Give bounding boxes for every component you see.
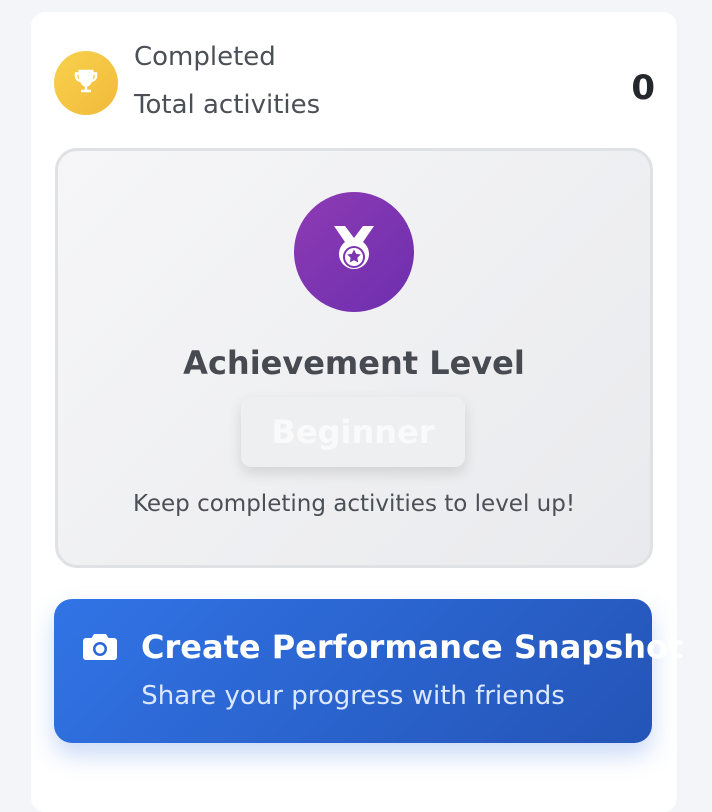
- completed-label: Completed: [134, 42, 276, 72]
- camera-icon: [83, 630, 117, 664]
- completed-sublabel: Total activities: [134, 90, 321, 120]
- achievement-title: Achievement Level: [183, 344, 525, 382]
- create-snapshot-button[interactable]: Create Performance Snapshot Share your p…: [54, 599, 683, 743]
- achievement-panel: Achievement Level Beginner Keep completi…: [55, 148, 653, 568]
- snapshot-button-label: Create Performance Snapshot: [141, 628, 684, 666]
- completed-stat: Completed Total activities 0: [53, 42, 655, 124]
- achievement-hint: Keep completing activities to level up!: [132, 491, 576, 517]
- medal-badge: [294, 192, 414, 312]
- snapshot-button-main: Create Performance Snapshot: [83, 625, 683, 669]
- activity-card: Completed Total activities 0 Achievement…: [31, 12, 683, 812]
- completed-count: 0: [631, 68, 655, 108]
- trophy-badge: [54, 51, 118, 115]
- trophy-icon: [71, 66, 101, 100]
- snapshot-button-sublabel: Share your progress with friends: [141, 681, 565, 711]
- level-badge: Beginner: [241, 397, 465, 467]
- medal-icon: [330, 224, 378, 280]
